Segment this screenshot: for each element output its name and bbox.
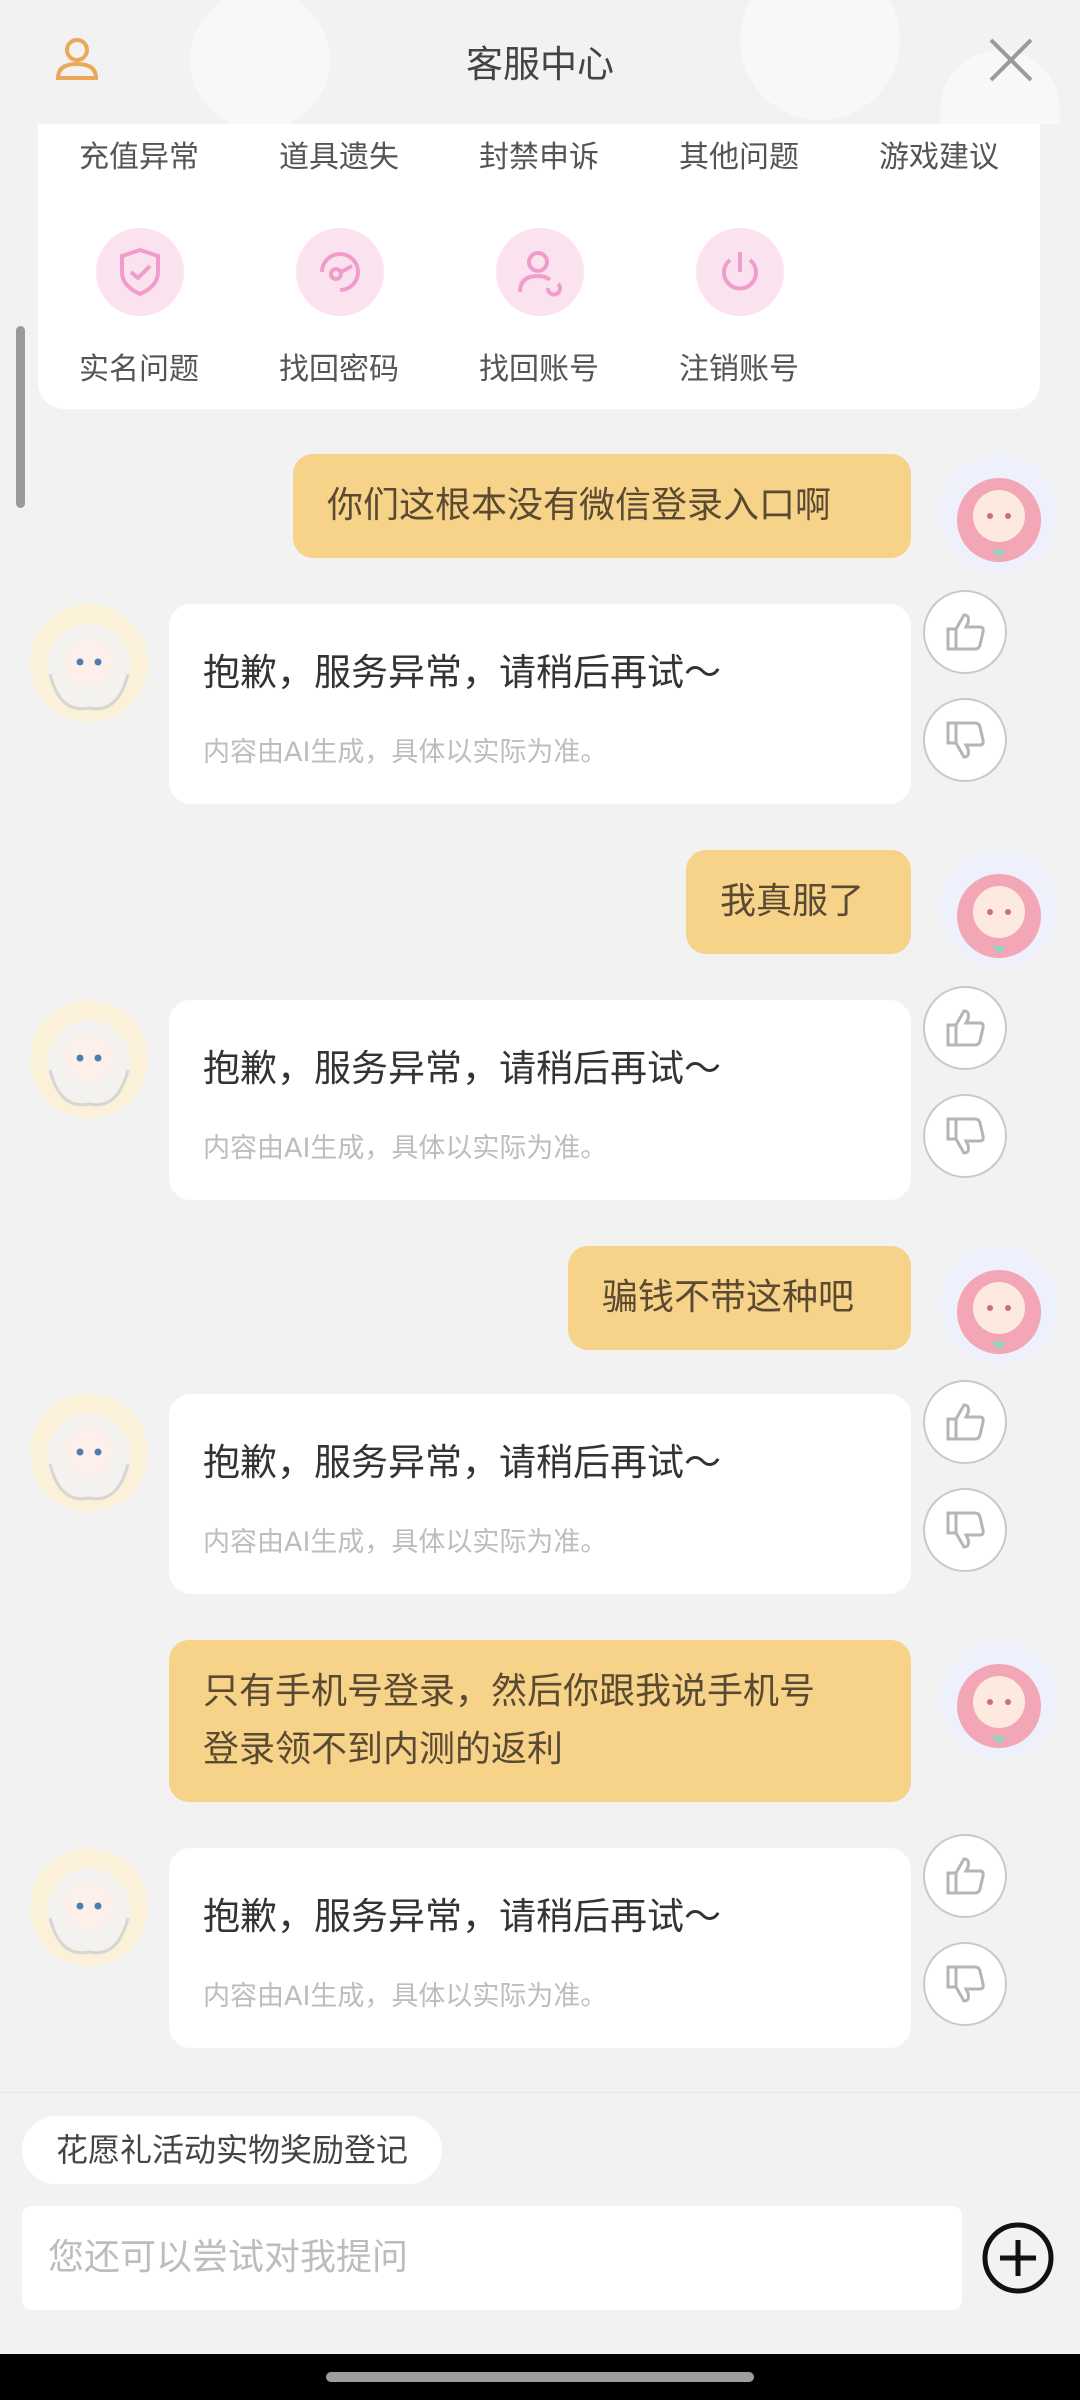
user-avatar[interactable]	[940, 1640, 1058, 1758]
scrollbar[interactable]	[16, 326, 25, 508]
user-avatar[interactable]	[940, 454, 1058, 572]
thumbs-up-icon	[946, 1857, 985, 1895]
user-message: 只有手机号登录，然后你跟我说手机号 登录领不到内测的返利	[169, 1640, 911, 1802]
bot-avatar	[30, 1394, 148, 1512]
thumbs-down-button[interactable]	[923, 1942, 1007, 2026]
ai-disclaimer: 内容由AI生成，具体以实际为准。	[203, 737, 608, 768]
category-realname[interactable]: 实名问题	[39, 224, 239, 404]
bot-message: 抱歉，服务异常，请稍后再试～ 内容由AI生成，具体以实际为准。	[169, 604, 911, 804]
thumbs-up-icon	[946, 613, 985, 651]
thumbs-up-button[interactable]	[923, 1380, 1007, 1464]
header-bar: 客服中心	[0, 0, 1080, 124]
bot-avatar	[30, 1000, 148, 1118]
bot-avatar	[30, 604, 148, 722]
home-indicator[interactable]	[326, 2372, 754, 2382]
thumbs-down-button[interactable]	[923, 1094, 1007, 1178]
user-avatar[interactable]	[940, 850, 1058, 968]
plus-icon[interactable]	[980, 2220, 1056, 2296]
category-account[interactable]: 找回账号	[439, 224, 639, 404]
category-label: 注销账号	[679, 352, 799, 387]
message-text: 抱歉，服务异常，请稍后再试～	[203, 1047, 721, 1090]
category-label: 找回账号	[479, 352, 599, 387]
user-message: 你们这根本没有微信登录入口啊	[293, 454, 911, 558]
user-avatar[interactable]	[940, 1246, 1058, 1364]
message-text: 骗钱不带这种吧	[602, 1277, 855, 1318]
shield-check-icon	[96, 228, 184, 316]
thumbs-down-icon	[946, 1511, 985, 1549]
user-message: 我真服了	[686, 850, 911, 954]
bot-avatar	[30, 1848, 148, 1966]
category-label: 实名问题	[79, 352, 199, 387]
message-text: 抱歉，服务异常，请稍后再试～	[203, 1441, 721, 1484]
bot-message: 抱歉，服务异常，请稍后再试～ 内容由AI生成，具体以实际为准。	[169, 1000, 911, 1200]
category-password[interactable]: 找回密码	[239, 224, 439, 404]
category-other[interactable]: 其他问题	[639, 132, 839, 176]
thumbs-down-icon	[946, 721, 985, 759]
message-text: 你们这根本没有微信登录入口啊	[327, 485, 832, 526]
category-recharge[interactable]: 充值异常	[39, 132, 239, 176]
message-text: 登录领不到内测的返利	[203, 1729, 564, 1770]
thumbs-down-icon	[946, 1965, 985, 2003]
category-ban-appeal[interactable]: 封禁申诉	[439, 132, 639, 176]
user-message: 骗钱不带这种吧	[568, 1246, 911, 1350]
thumbs-up-icon	[946, 1009, 985, 1047]
bot-message: 抱歉，服务异常，请稍后再试～ 内容由AI生成，具体以实际为准。	[169, 1394, 911, 1594]
ai-disclaimer: 内容由AI生成，具体以实际为准。	[203, 1133, 608, 1164]
thumbs-up-button[interactable]	[923, 590, 1007, 674]
power-icon	[696, 228, 784, 316]
thumbs-down-button[interactable]	[923, 698, 1007, 782]
user-refresh-icon	[496, 228, 584, 316]
message-text: 抱歉，服务异常，请稍后再试～	[203, 1895, 721, 1938]
thumbs-down-icon	[946, 1117, 985, 1155]
message-text: 只有手机号登录，然后你跟我说手机号	[203, 1671, 816, 1712]
category-card: 充值异常 道具遗失 封禁申诉 其他问题 游戏建议 实名问题 找回密码 找回账号 …	[38, 124, 1040, 409]
thumbs-up-button[interactable]	[923, 1834, 1007, 1918]
ai-disclaimer: 内容由AI生成，具体以实际为准。	[203, 1981, 608, 2012]
thumbs-up-icon	[946, 1403, 985, 1441]
bot-message: 抱歉，服务异常，请稍后再试～ 内容由AI生成，具体以实际为准。	[169, 1848, 911, 2048]
category-cancel-account[interactable]: 注销账号	[639, 224, 839, 404]
message-text: 我真服了	[720, 881, 865, 922]
thumbs-down-button[interactable]	[923, 1488, 1007, 1572]
suggestion-chip[interactable]: 花愿礼活动实物奖励登记	[22, 2116, 443, 2184]
category-label: 找回密码	[279, 352, 399, 387]
page-title: 客服中心	[466, 43, 614, 86]
thumbs-up-button[interactable]	[923, 986, 1007, 1070]
key-refresh-icon	[296, 228, 384, 316]
close-icon[interactable]	[983, 32, 1039, 88]
category-item-lost[interactable]: 道具遗失	[239, 132, 439, 176]
message-text: 抱歉，服务异常，请稍后再试～	[203, 651, 721, 694]
category-suggestion[interactable]: 游戏建议	[839, 132, 1039, 176]
ai-disclaimer: 内容由AI生成，具体以实际为准。	[203, 1527, 608, 1558]
question-input[interactable]: 您还可以尝试对我提问	[22, 2206, 962, 2310]
